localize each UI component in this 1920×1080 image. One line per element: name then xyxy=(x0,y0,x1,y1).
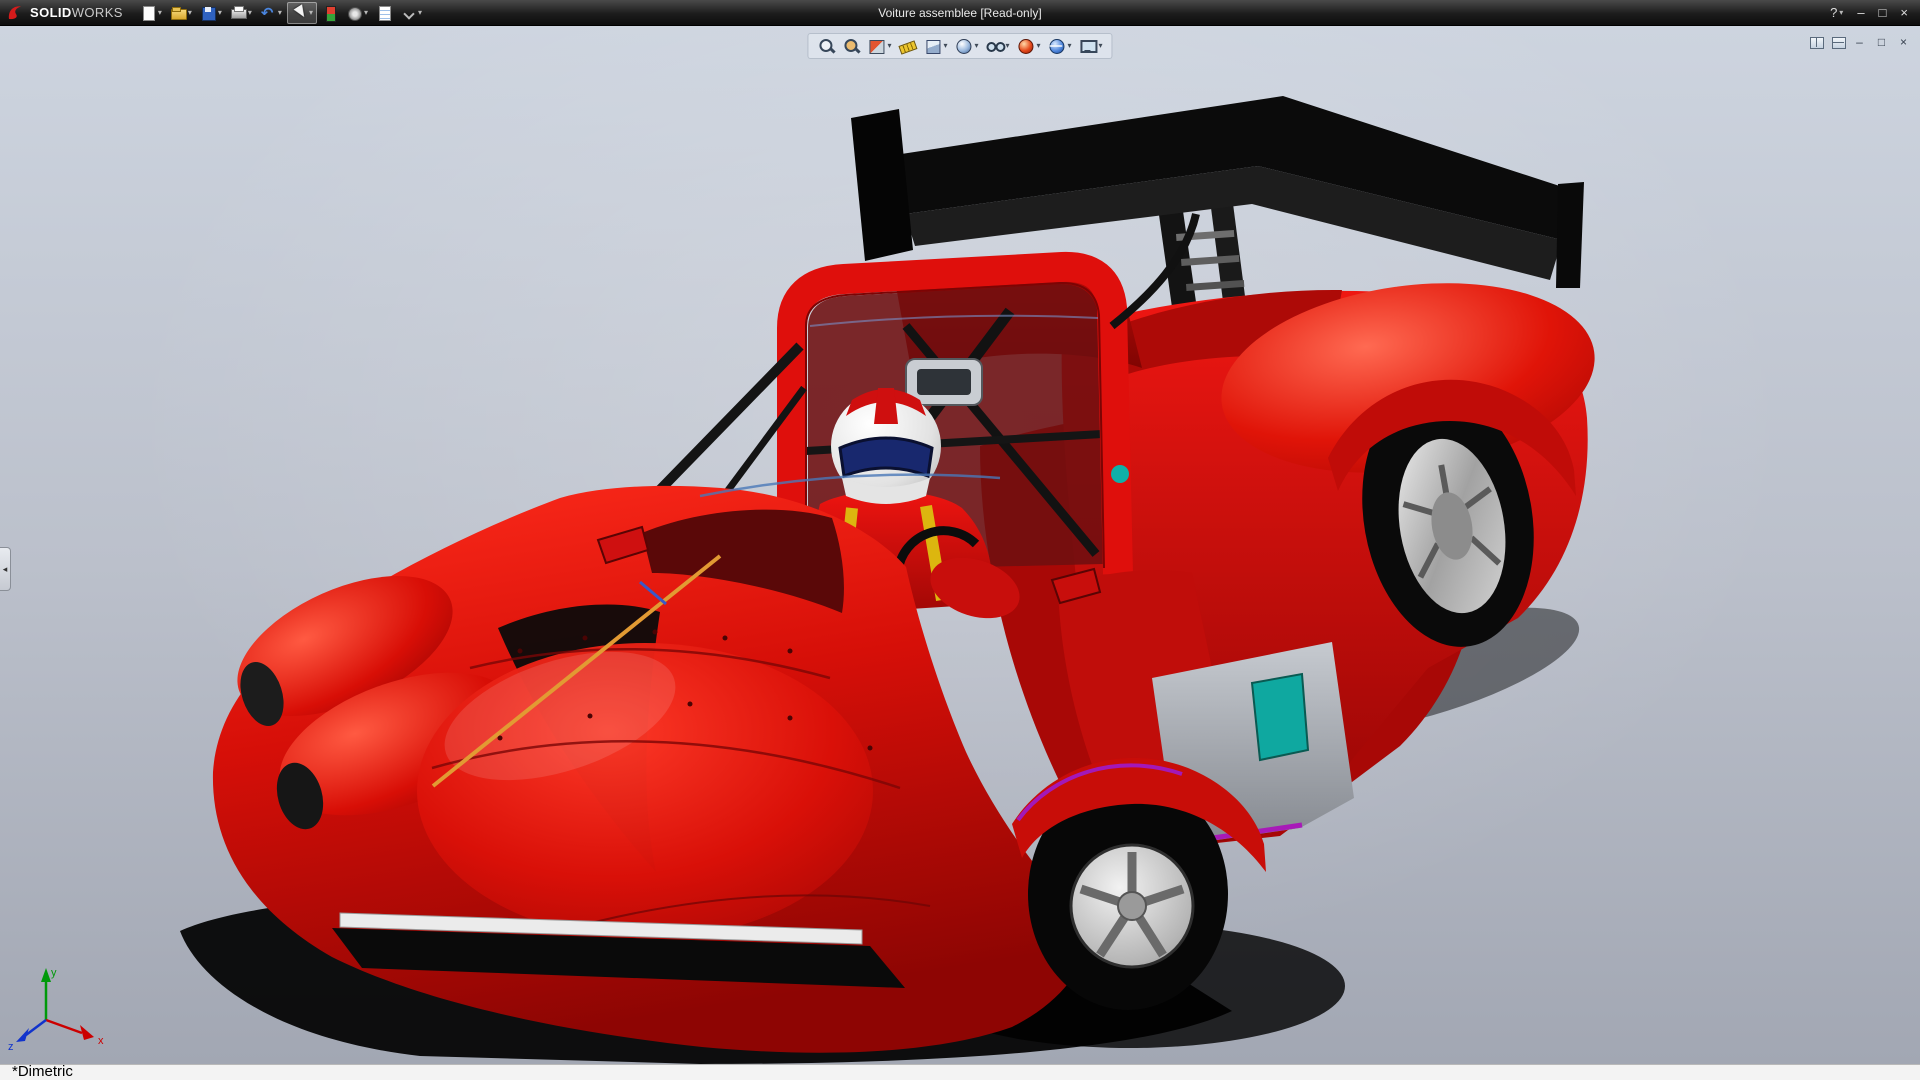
heads-up-toolbar: ▾ ▾ ▾ ▾ ▾ ▾ ▾ xyxy=(807,33,1112,59)
orientation-triad: x y z xyxy=(8,967,104,1053)
close-button[interactable]: × xyxy=(1896,5,1912,20)
view-orientation-icon xyxy=(923,37,941,55)
view-orientation-label: *Dimetric xyxy=(12,1064,73,1079)
standard-toolbar: ▾ ▾ ▾ ▾ ▾ ▾ ▾ ▾ xyxy=(137,2,425,24)
apply-scene-button[interactable]: ▾ xyxy=(1046,36,1074,56)
save-button[interactable]: ▾ xyxy=(197,3,225,23)
viewport-layout-2-button[interactable] xyxy=(1829,34,1846,50)
solidworks-logo-icon xyxy=(6,3,26,23)
view-orientation-button[interactable]: ▾ xyxy=(921,36,949,56)
new-document-icon xyxy=(140,5,156,21)
hide-show-items-icon xyxy=(985,37,1003,55)
toolbar-flyout-button[interactable]: ▾ xyxy=(397,3,425,23)
doc-minimize-icon: – xyxy=(1856,36,1863,48)
select-icon xyxy=(291,5,307,21)
view-settings-icon xyxy=(1079,37,1097,55)
view-orientation-dropdown-arrow-icon[interactable]: ▾ xyxy=(943,42,947,50)
new-document-button[interactable]: ▾ xyxy=(137,3,165,23)
section-view-icon xyxy=(867,37,885,55)
app-name-light: WORKS xyxy=(72,5,123,20)
triad-z-label: z xyxy=(8,1041,14,1053)
apply-scene-dropdown-arrow-icon[interactable]: ▾ xyxy=(1068,42,1072,50)
print-icon xyxy=(230,5,246,21)
close-icon: × xyxy=(1900,6,1908,19)
save-dropdown-arrow-icon[interactable]: ▾ xyxy=(218,9,222,17)
select-dropdown-arrow-icon[interactable]: ▾ xyxy=(309,9,313,17)
hide-show-items-button[interactable]: ▾ xyxy=(983,36,1011,56)
app-name-bold: SOLID xyxy=(30,5,72,20)
edit-appearance-icon xyxy=(1017,37,1035,55)
options-icon xyxy=(346,5,362,21)
help-button[interactable]: ?▾ xyxy=(1826,5,1847,20)
save-icon xyxy=(200,5,216,21)
display-style-button[interactable]: ▾ xyxy=(952,36,980,56)
zoom-to-fit-button[interactable] xyxy=(815,36,837,56)
section-view-button[interactable]: ▾ xyxy=(865,36,893,56)
document-window-controls: – □ × xyxy=(1807,34,1912,50)
undo-dropdown-arrow-icon[interactable]: ▾ xyxy=(278,9,282,17)
measure-icon xyxy=(898,37,916,55)
zoom-to-area-button[interactable] xyxy=(840,36,862,56)
doc-minimize-button[interactable]: – xyxy=(1851,34,1868,50)
minimize-icon: – xyxy=(1857,6,1864,19)
hide-show-items-dropdown-arrow-icon[interactable]: ▾ xyxy=(1005,42,1009,50)
print-button[interactable]: ▾ xyxy=(227,3,255,23)
status-bar xyxy=(0,1064,1920,1080)
window-controls: ?▾–□× xyxy=(1826,5,1920,20)
triad-x-label: x xyxy=(98,1035,104,1047)
display-style-dropdown-arrow-icon[interactable]: ▾ xyxy=(974,42,978,50)
view-settings-button[interactable]: ▾ xyxy=(1077,36,1105,56)
open-dropdown-arrow-icon[interactable]: ▾ xyxy=(188,9,192,17)
help-dropdown-arrow-icon[interactable]: ▾ xyxy=(1839,9,1843,17)
triad-y-label: y xyxy=(51,967,57,979)
title-bar: SOLIDWORKS ▾▾▾▾▾▾▾▾ Voiture assemblee [R… xyxy=(0,0,1920,26)
toolbar-flyout-icon xyxy=(400,5,416,21)
undo-icon xyxy=(260,5,276,21)
open-button[interactable]: ▾ xyxy=(167,3,195,23)
doc-restore-button[interactable]: □ xyxy=(1873,34,1890,50)
task-pane-collapse-tab[interactable]: ◂ xyxy=(0,547,11,591)
doc-close-icon: × xyxy=(1900,36,1907,48)
print-dropdown-arrow-icon[interactable]: ▾ xyxy=(248,9,252,17)
app-name: SOLIDWORKS xyxy=(30,5,123,20)
file-properties-icon xyxy=(376,5,392,21)
maximize-button[interactable]: □ xyxy=(1875,5,1891,20)
edit-appearance-button[interactable]: ▾ xyxy=(1015,36,1043,56)
minimize-button[interactable]: – xyxy=(1853,5,1868,20)
model-scene[interactable]: x y z xyxy=(0,26,1920,1064)
options-button[interactable]: ▾ xyxy=(343,3,371,23)
open-icon xyxy=(170,5,186,21)
car-body[interactable] xyxy=(213,214,1607,1053)
side-window-glass xyxy=(1252,674,1308,760)
section-view-dropdown-arrow-icon[interactable]: ▾ xyxy=(887,42,891,50)
zoom-to-area-icon xyxy=(842,37,860,55)
edit-appearance-dropdown-arrow-icon[interactable]: ▾ xyxy=(1037,42,1041,50)
measure-button[interactable] xyxy=(896,36,918,56)
help-icon: ? xyxy=(1830,6,1837,19)
doc-restore-icon: □ xyxy=(1878,36,1885,48)
doc-close-button[interactable]: × xyxy=(1895,34,1912,50)
maximize-icon: □ xyxy=(1879,6,1887,19)
undo-button[interactable]: ▾ xyxy=(257,3,285,23)
graphics-area[interactable]: x y z ▾ ▾ ▾ ▾ ▾ ▾ ▾ – □ × ◂ xyxy=(0,26,1920,1064)
toolbar-flyout-dropdown-arrow-icon[interactable]: ▾ xyxy=(418,9,422,17)
collapse-arrow-icon: ◂ xyxy=(3,564,8,575)
viewport-layout-button[interactable] xyxy=(1807,34,1824,50)
select-button[interactable]: ▾ xyxy=(287,2,317,24)
solidworks-window: SOLIDWORKS ▾▾▾▾▾▾▾▾ Voiture assemblee [R… xyxy=(0,0,1920,1080)
new-document-dropdown-arrow-icon[interactable]: ▾ xyxy=(158,9,162,17)
view-settings-dropdown-arrow-icon[interactable]: ▾ xyxy=(1099,42,1103,50)
viewport-layout-2-icon xyxy=(1830,34,1846,50)
viewport-layout-icon xyxy=(1808,34,1824,50)
zoom-to-fit-icon xyxy=(817,37,835,55)
apply-scene-icon xyxy=(1048,37,1066,55)
file-properties-button[interactable] xyxy=(373,3,395,23)
rebuild-button[interactable] xyxy=(319,3,341,23)
display-style-icon xyxy=(954,37,972,55)
rebuild-icon xyxy=(322,5,338,21)
options-dropdown-arrow-icon[interactable]: ▾ xyxy=(364,9,368,17)
